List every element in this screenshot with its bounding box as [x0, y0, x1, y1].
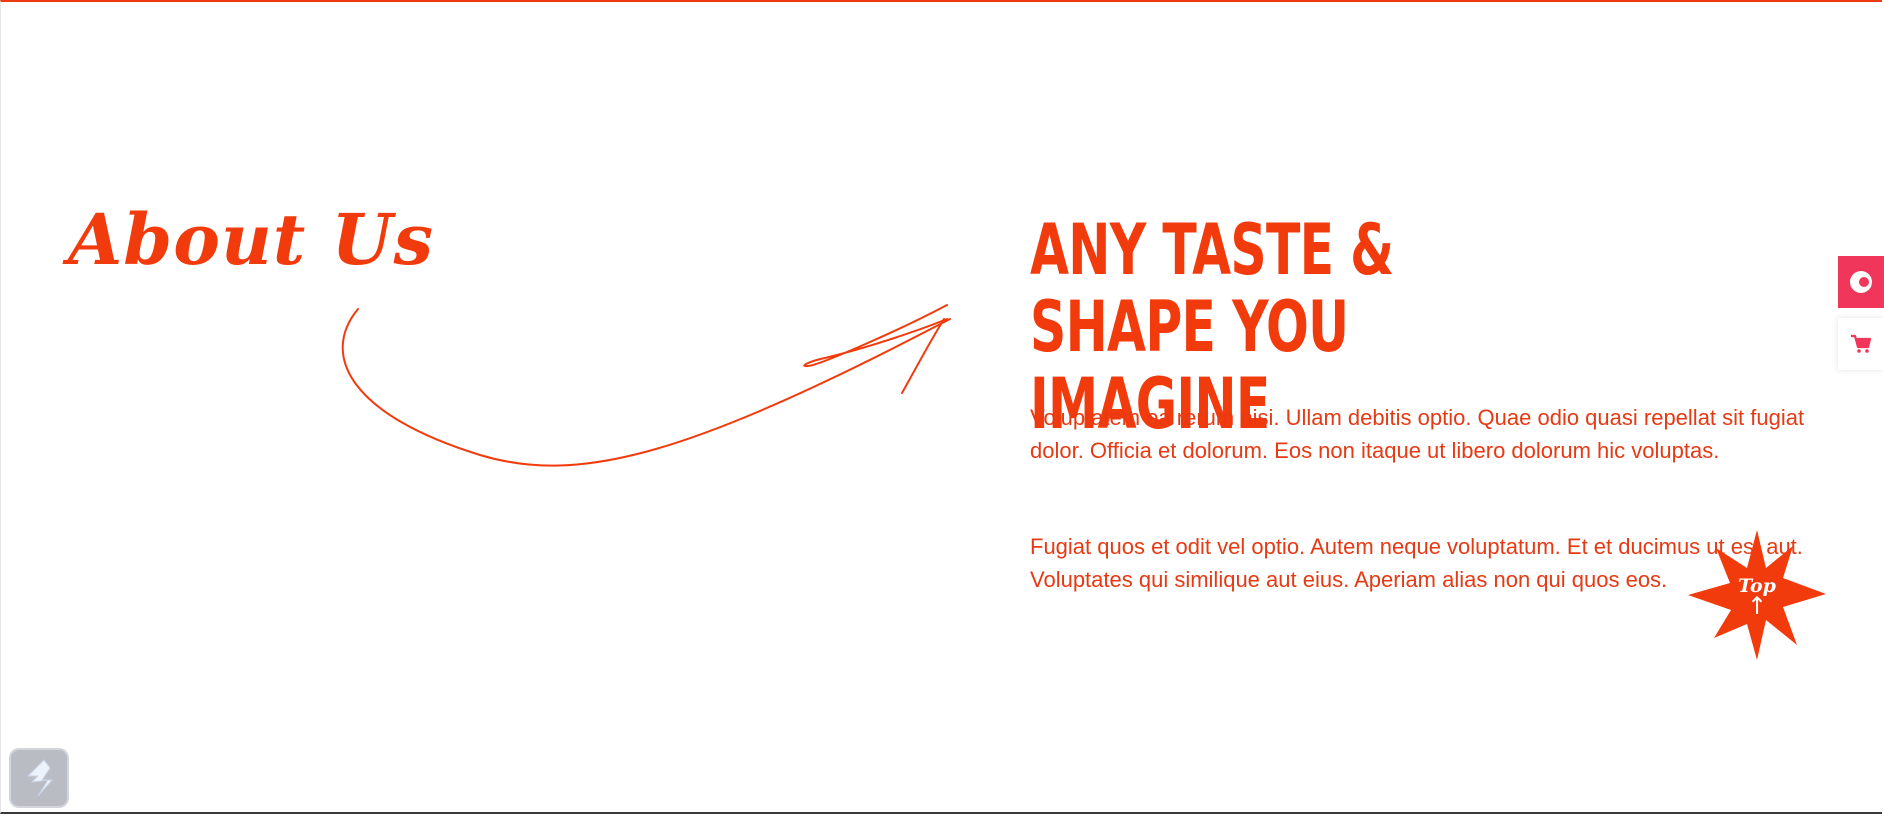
up-arrow-icon: ↑	[1746, 592, 1768, 620]
hand-drawn-arrow-icon	[341, 304, 951, 467]
chat-button[interactable]	[1838, 256, 1884, 308]
cart-icon	[1851, 334, 1872, 353]
about-title: About Us	[68, 198, 434, 281]
builder-widget-button[interactable]	[9, 748, 69, 808]
scroll-to-top-button[interactable]: Top ↑	[1686, 528, 1828, 662]
cart-button[interactable]	[1838, 318, 1884, 370]
about-paragraph-1: Voluptatem ea rerum nisi. Ullam debitis …	[1030, 405, 1805, 463]
lightning-logo-icon	[26, 759, 54, 797]
chat-bubble-icon	[1850, 271, 1872, 293]
